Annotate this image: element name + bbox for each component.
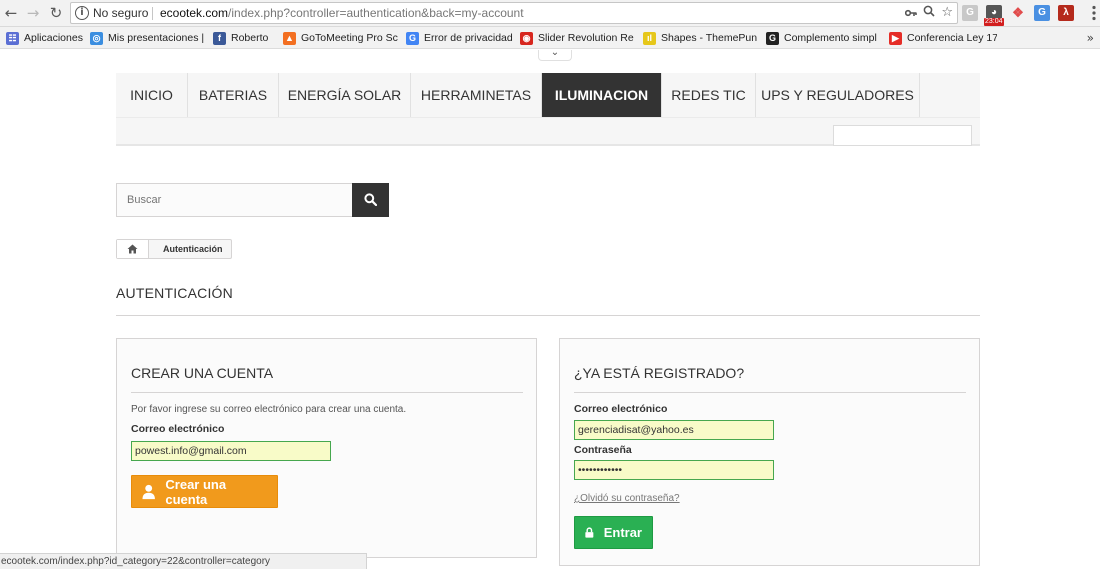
security-label[interactable]: No seguro [93, 3, 148, 23]
login-title: ¿YA ESTÁ REGISTRADO? [574, 365, 966, 393]
shapes-icon: ıl [643, 31, 656, 45]
extension-g-icon[interactable]: G [962, 5, 978, 21]
youtube-icon: ▶ [889, 31, 902, 45]
bookmark-label: Slider Revolution Re [538, 32, 634, 44]
status-bar-url: ecootek.com/index.php?id_category=22&con… [0, 553, 367, 569]
google-icon: G [406, 31, 419, 45]
address-separator [152, 7, 153, 20]
password-field[interactable] [574, 460, 774, 480]
menu-item-ups-reguladores[interactable]: UPS Y REGULADORES [756, 73, 920, 117]
create-account-button[interactable]: Crear una cuenta [131, 475, 278, 508]
search-input[interactable] [116, 183, 353, 217]
menu-item-herraminetas[interactable]: HERRAMINETAS [411, 73, 542, 117]
create-email-field[interactable] [131, 441, 331, 461]
bookmark-item[interactable]: ▶ Conferencia Ley 171 [889, 27, 997, 49]
lock-icon [585, 527, 594, 538]
menu-item-inicio[interactable]: INICIO [116, 73, 188, 117]
address-bar[interactable]: i No seguro ecootek.com/index.php?contro… [70, 2, 958, 24]
search-icon [364, 193, 378, 207]
bookmark-label: Error de privacidad [424, 32, 513, 44]
bookmark-item[interactable]: G Error de privacidad [406, 27, 516, 49]
more-bookmarks-icon[interactable]: » [1087, 27, 1094, 49]
apps-grid-icon: ☷ [6, 31, 19, 45]
login-button-label: Entrar [603, 525, 642, 540]
info-icon[interactable]: i [75, 6, 89, 20]
bookmark-item[interactable]: f Roberto [213, 27, 279, 49]
bookmark-item[interactable]: ▲ GoToMeeting Pro Sc [283, 27, 401, 49]
create-account-instructions: Por favor ingrese su correo electrónico … [131, 404, 407, 415]
login-email-field[interactable] [574, 420, 774, 440]
page-title: AUTENTICACIÓN [116, 285, 980, 316]
page-content: ⌄ INICIO BATERIAS ENERGÍA SOLAR HERRAMIN… [0, 50, 1100, 569]
breadcrumb-home[interactable] [117, 240, 149, 258]
bookmark-label: Roberto [231, 32, 269, 44]
presentations-icon: ◎ [90, 31, 103, 45]
chrome-menu-icon[interactable] [1092, 5, 1096, 21]
translate-icon[interactable]: G [1034, 5, 1050, 21]
login-panel: ¿YA ESTÁ REGISTRADO? Correo electrónico … [559, 338, 980, 566]
gotomeeting-icon: ▲ [283, 31, 296, 45]
bookmark-item[interactable]: ıl Shapes - ThemePun [643, 27, 761, 49]
password-label: Contraseña [574, 444, 632, 456]
submenu-box[interactable] [833, 125, 972, 146]
create-email-label: Correo electrónico [131, 423, 225, 435]
bookmark-label: Mis presentaciones | [108, 32, 205, 44]
user-icon [142, 484, 155, 499]
browser-toolbar: ← → ↻ i No seguro ecootek.com/index.php?… [0, 0, 1100, 27]
menu-item-redes-tic[interactable]: REDES TIC [662, 73, 756, 117]
clock-extension-icon[interactable]: ◕ 23:04 [984, 5, 1004, 26]
forgot-password-link[interactable]: ¿Olvidó su contraseña? [574, 493, 680, 504]
back-arrow-icon[interactable]: ← [2, 4, 20, 22]
acrobat-pdf-icon[interactable]: λ [1058, 5, 1074, 21]
bookmark-label: GoToMeeting Pro Sc [301, 32, 398, 44]
bookmark-label: Aplicaciones [24, 32, 83, 44]
bookmark-label: Shapes - ThemePun [661, 32, 758, 44]
reload-icon[interactable]: ↻ [47, 4, 65, 22]
main-menu: INICIO BATERIAS ENERGÍA SOLAR HERRAMINET… [116, 73, 980, 117]
clock-badge: 23:04 [984, 18, 1004, 26]
menu-item-baterias[interactable]: BATERIAS [188, 73, 279, 117]
puzzle-extension-icon[interactable]: ❖ [1010, 5, 1026, 21]
login-email-label: Correo electrónico [574, 403, 668, 415]
login-button[interactable]: Entrar [574, 516, 653, 549]
url-text[interactable]: ecootek.com/index.php?controller=authent… [160, 3, 524, 23]
menu-subbar [116, 117, 980, 146]
create-account-button-label: Crear una cuenta [165, 476, 227, 507]
bookmark-label: Conferencia Ley 171 [907, 32, 997, 44]
url-host: ecootek.com [160, 6, 229, 20]
search-button[interactable] [352, 183, 389, 217]
slider-revolution-icon: ◉ [520, 31, 533, 45]
home-icon [127, 244, 138, 254]
breadcrumb-current: Autenticación [163, 244, 223, 254]
bookmark-item[interactable]: ◎ Mis presentaciones | [90, 27, 208, 49]
key-icon[interactable] [905, 3, 918, 23]
menu-item-energia-solar[interactable]: ENERGÍA SOLAR [279, 73, 411, 117]
bookmark-label: Complemento simpl [784, 32, 877, 44]
bookmark-item[interactable]: G Complemento simpl [766, 27, 884, 49]
chevron-down-icon[interactable]: ⌄ [538, 50, 572, 61]
url-path: /index.php?controller=authentication&bac… [228, 6, 524, 20]
bookmark-item[interactable]: ◉ Slider Revolution Re [520, 27, 638, 49]
facebook-icon: f [213, 31, 226, 45]
forward-arrow-icon[interactable]: → [24, 4, 42, 22]
menu-item-iluminacion[interactable]: ILUMINACION [542, 73, 662, 117]
zoom-icon[interactable] [923, 3, 935, 23]
bookmarks-bar: ☷ Aplicaciones ◎ Mis presentaciones | f Rober… [0, 27, 1100, 49]
bookmark-item[interactable]: ☷ Aplicaciones [6, 27, 84, 49]
create-account-panel: CREAR UNA CUENTA Por favor ingrese su co… [116, 338, 537, 558]
g-circle-icon: G [766, 31, 779, 45]
breadcrumb: Autenticación [116, 239, 232, 259]
create-account-title: CREAR UNA CUENTA [131, 365, 523, 393]
star-icon[interactable]: ☆ [941, 3, 953, 23]
